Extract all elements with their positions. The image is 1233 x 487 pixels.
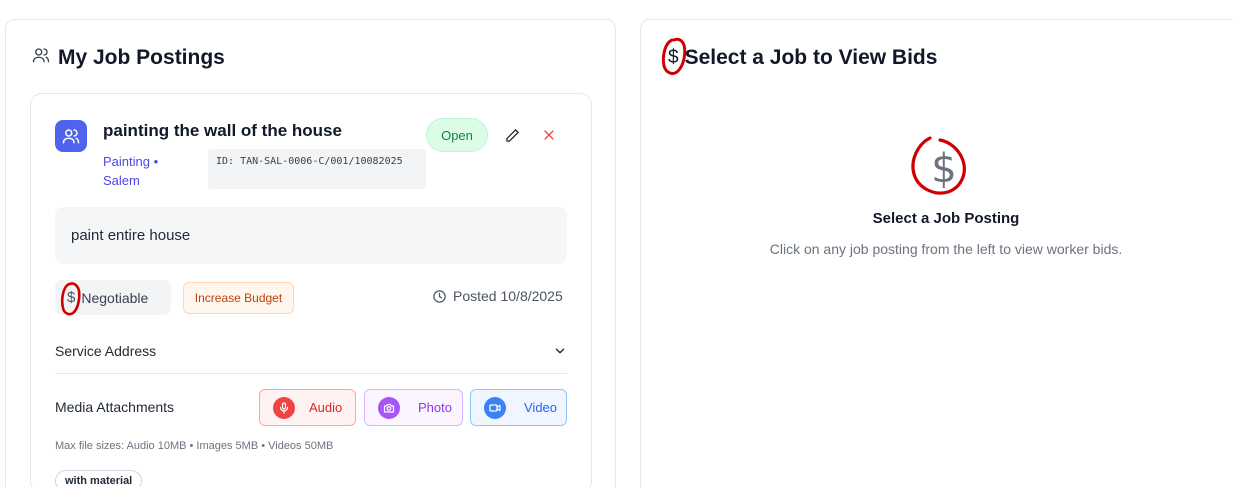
annotation-circle	[661, 37, 687, 75]
empty-state: $ Select a Job Posting Click on any job …	[641, 130, 1233, 257]
photo-button[interactable]: Photo	[364, 389, 463, 426]
job-posting-card[interactable]: painting the wall of the house Painting …	[30, 93, 592, 487]
edit-button[interactable]	[500, 123, 524, 147]
svg-text:$: $	[931, 146, 956, 192]
budget-value: Negotiable	[81, 289, 149, 306]
job-id: ID: TAN-SAL-0006-C/001/10082025	[208, 149, 426, 189]
bids-title: Select a Job to View Bids	[684, 46, 938, 69]
media-attachments-label: Media Attachments	[55, 399, 175, 415]
empty-state-subtitle: Click on any job posting from the left t…	[769, 241, 1123, 257]
annotation-circle	[60, 282, 81, 316]
job-category-location: Painting • Salem	[103, 154, 159, 188]
chevron-down-icon	[555, 348, 565, 354]
bids-heading: $ Select a Job to View Bids	[661, 37, 938, 75]
bids-panel: $ Select a Job to View Bids $ Select a J…	[640, 19, 1233, 487]
audio-button[interactable]: Audio	[259, 389, 356, 426]
video-button[interactable]: Video	[470, 389, 567, 426]
service-address-label: Service Address	[55, 343, 157, 359]
camera-icon	[378, 396, 400, 419]
users-icon	[32, 46, 50, 70]
budget-chip: $ Negotiable	[55, 280, 171, 316]
photo-label: Photo	[418, 400, 452, 415]
audio-label: Audio	[309, 400, 343, 415]
clock-icon	[433, 289, 446, 303]
empty-state-title: Select a Job Posting	[872, 210, 1020, 227]
pencil-icon	[505, 128, 519, 142]
video-camera-icon	[484, 396, 506, 419]
job-title[interactable]: painting the wall of the house	[103, 121, 342, 141]
dollar-icon: $	[906, 130, 986, 210]
posted-date: Posted 10/8/2025	[432, 288, 563, 304]
page-title: My Job Postings	[58, 46, 225, 69]
increase-budget-button[interactable]: Increase Budget	[183, 282, 294, 314]
dollar-icon: $	[661, 37, 687, 75]
job-description: paint entire house	[55, 207, 567, 264]
job-postings-heading: My Job Postings	[32, 46, 225, 70]
posted-date-text: Posted 10/8/2025	[453, 288, 563, 304]
video-label: Video	[524, 400, 558, 415]
job-postings-panel: My Job Postings painting the wall of the…	[5, 19, 616, 487]
close-icon	[544, 130, 554, 140]
service-address-toggle[interactable]: Service Address	[55, 334, 567, 368]
microphone-icon	[273, 396, 295, 419]
status-badge: Open	[426, 118, 488, 152]
divider	[55, 373, 567, 374]
delete-button[interactable]	[537, 123, 561, 147]
material-tag: with material	[55, 470, 143, 487]
dollar-icon: $	[60, 282, 81, 316]
job-avatar	[55, 120, 87, 152]
file-size-note: Max file sizes: Audio 10MB • Images 5MB …	[55, 440, 334, 452]
users-icon	[62, 129, 80, 144]
